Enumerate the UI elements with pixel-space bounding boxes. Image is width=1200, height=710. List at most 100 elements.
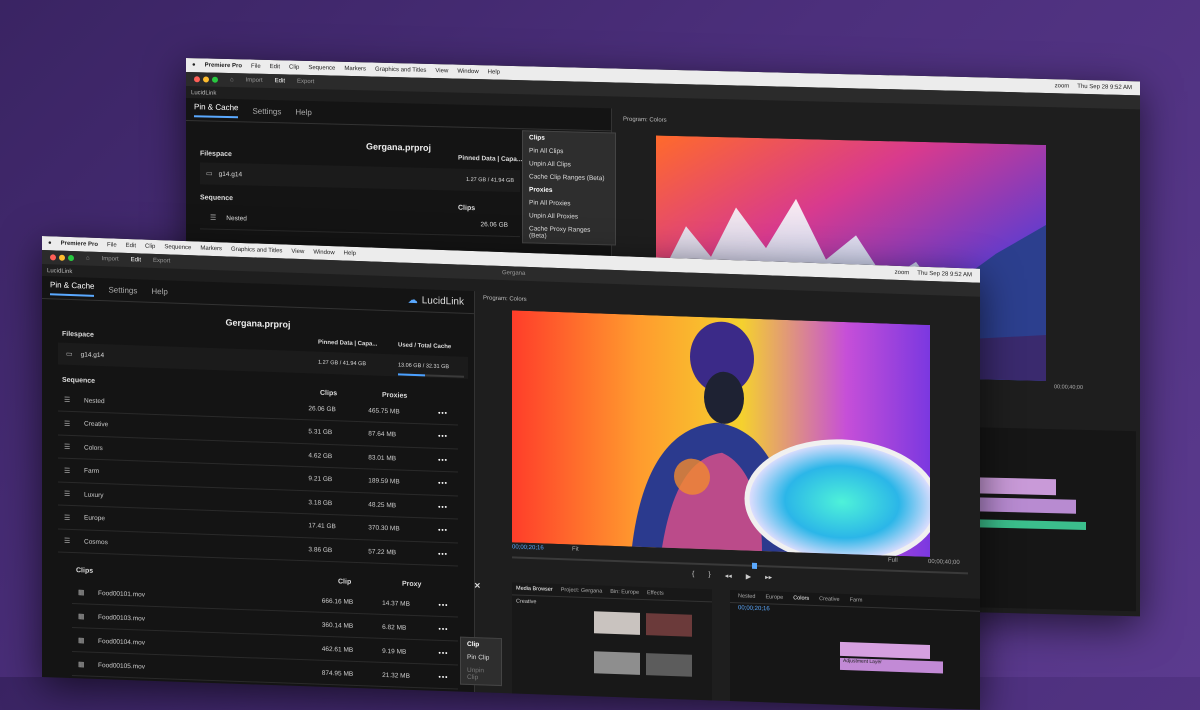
front-menu-graphics[interactable]: Graphics and Titles [231,247,282,255]
menu-graphics[interactable]: Graphics and Titles [375,67,426,74]
tab-pin-cache[interactable]: Pin & Cache [194,101,239,118]
zoom-dot[interactable] [212,76,218,83]
front-close-dot[interactable] [50,254,56,261]
workspace-import[interactable]: Import [246,77,263,83]
front-clips-header: Clips [320,389,338,398]
step-forward-icon[interactable]: ▸▸ [765,573,772,581]
more-options-icon[interactable]: ••• [438,527,458,535]
menu-markers[interactable]: Markers [344,66,366,73]
play-icon[interactable]: ▶ [746,573,751,581]
tab-bin[interactable]: Bin: Europe [610,589,639,596]
drive-icon: ▭ [206,170,213,178]
front-menu-app[interactable]: Premiere Pro [61,241,98,248]
front-home-icon[interactable]: ⌂ [86,256,90,262]
front-zoom-status[interactable]: zoom [895,270,910,277]
back-pinned-header: Pinned Data | Capa... [458,154,523,164]
clip-name: Food00101.mov [98,589,145,599]
minimize-dot[interactable] [203,76,209,83]
clip-more-icon[interactable]: ••• [439,601,458,609]
front-workspace-import[interactable]: Import [102,256,119,263]
program-timecode: 00;00;20;16 [512,544,544,552]
back-audio-track[interactable] [966,519,1086,530]
tl-tab-farm[interactable]: Farm [850,597,863,603]
adjustment-layer-clip[interactable]: Adjustment Layer [840,657,943,674]
back-clip-track-2[interactable] [966,497,1076,514]
proxy-size: 9.19 MB [382,647,407,656]
zoom-status[interactable]: zoom [1055,83,1070,89]
more-options-icon[interactable]: ••• [438,550,458,558]
sequence-name: Luxury [84,490,104,499]
front-menu-file[interactable]: File [107,242,117,248]
thumb-1[interactable] [594,611,640,635]
tab-settings[interactable]: Settings [252,106,281,116]
menu-window[interactable]: Window [457,69,478,76]
back-seq-clips: 26.06 GB [480,220,508,229]
menu-help[interactable]: Help [488,69,500,75]
front-menu-help[interactable]: Help [344,251,356,257]
tab-media-browser[interactable]: Media Browser [516,586,553,593]
front-minimize-dot[interactable] [59,254,65,261]
front-zoom-dot[interactable] [68,254,74,262]
front-menu-sequence[interactable]: Sequence [164,244,191,251]
clock: Thu Sep 28 9:52 AM [1077,83,1132,92]
clip-more-icon[interactable]: ••• [439,649,458,657]
front-menu-window[interactable]: Window [313,249,334,256]
tab-project[interactable]: Project: Gergana [561,587,603,594]
mark-in-icon[interactable]: { [692,571,694,579]
step-back-icon[interactable]: ◂◂ [725,572,732,580]
tab-effects[interactable]: Effects [647,590,664,597]
more-options-icon[interactable]: ••• [438,456,458,464]
front-lucid-panel: Pin & Cache Settings Help ☁ LucidLink Ge… [42,276,481,693]
clip-more-icon[interactable]: ••• [439,625,458,633]
more-options-icon[interactable]: ••• [438,409,458,417]
front-tab-help[interactable]: Help [151,286,167,296]
menu-view[interactable]: View [435,68,448,74]
full-select[interactable]: Full [888,558,898,564]
workspace-export[interactable]: Export [297,79,314,85]
home-icon[interactable]: ⌂ [230,77,234,83]
mark-out-icon[interactable]: } [708,571,710,579]
tl-tab-nested[interactable]: Nested [738,593,755,600]
tl-tab-europe[interactable]: Europe [765,594,783,601]
tab-help[interactable]: Help [295,107,311,116]
front-menu-clip[interactable]: Clip [145,244,155,250]
front-workspace-edit[interactable]: Edit [131,257,141,263]
more-options-icon[interactable]: ••• [438,503,458,511]
menu-sequence[interactable]: Sequence [308,65,335,72]
sequence-name: Colors [84,443,103,452]
tl-tab-creative[interactable]: Creative [819,596,839,603]
back-filespace-row[interactable]: ▭ g14.g14 1.27 GB / 41.94 GB [200,162,520,193]
front-sequence-label: Sequence [62,376,96,385]
front-menu-view[interactable]: View [291,249,304,255]
window-controls [194,76,218,83]
playhead[interactable] [752,562,757,569]
proxy-size: 14.37 MB [382,599,410,608]
unpin-clip-item[interactable]: Unpin Clip [461,664,501,685]
menu-app[interactable]: Premiere Pro [205,62,242,69]
ctx-cache-proxy-ranges[interactable]: Cache Proxy Ranges (Beta) [523,222,615,244]
thumb-2[interactable] [646,613,692,637]
more-options-icon[interactable]: ••• [438,433,458,441]
close-clips-button[interactable]: ✕ [474,581,481,590]
thumb-3[interactable] [594,651,640,675]
more-options-icon[interactable]: ••• [438,480,458,488]
thumb-4[interactable] [646,653,692,677]
menu-clip[interactable]: Clip [289,65,299,71]
close-dot[interactable] [194,76,200,83]
front-menu-markers[interactable]: Markers [200,246,222,253]
sequence-icon: ☰ [64,490,71,498]
front-window-controls [50,254,74,262]
menu-edit[interactable]: Edit [270,64,280,70]
tl-tab-colors[interactable]: Colors [793,595,809,602]
apple-icon[interactable]: ● [192,62,196,68]
video-clip-track[interactable] [840,641,930,660]
fit-select[interactable]: Fit [572,547,579,553]
front-tab-pin-cache[interactable]: Pin & Cache [50,279,95,297]
menu-file[interactable]: File [251,64,261,70]
front-tab-settings[interactable]: Settings [108,285,137,295]
front-workspace-export[interactable]: Export [153,258,170,265]
front-menu-edit[interactable]: Edit [126,243,136,249]
clip-more-icon[interactable]: ••• [439,673,458,681]
workspace-edit[interactable]: Edit [275,78,285,84]
front-apple-icon[interactable]: ● [48,240,52,246]
